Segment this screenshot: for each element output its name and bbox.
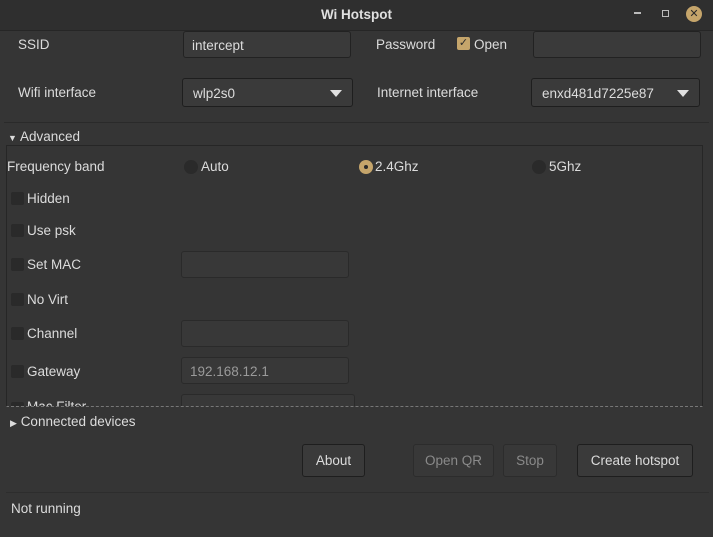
channel-input[interactable] (181, 320, 349, 347)
radio-2-4ghz-label: 2.4Ghz (375, 159, 419, 174)
advanced-panel: Frequency band Auto 2.4Ghz 5Ghz Hidden U… (6, 145, 703, 407)
divider (4, 122, 709, 123)
no-virt-label: No Virt (27, 292, 69, 307)
wifi-interface-select[interactable]: wlp2s0 (182, 78, 353, 107)
open-qr-button[interactable]: Open QR (413, 444, 494, 477)
create-hotspot-button[interactable]: Create hotspot (577, 444, 693, 477)
open-label: Open (474, 37, 508, 52)
frequency-band-label: Frequency band (7, 159, 105, 174)
minimize-icon[interactable] (634, 12, 641, 14)
radio-5ghz[interactable] (532, 160, 546, 174)
wifi-interface-value: wlp2s0 (193, 86, 236, 101)
channel-checkbox[interactable] (11, 327, 24, 340)
status-text: Not running (11, 501, 81, 516)
internet-interface-value: enxd481d7225e87 (542, 86, 654, 101)
advanced-label: Advanced (19, 129, 80, 144)
radio-5ghz-label: 5Ghz (549, 159, 582, 174)
ssid-input[interactable]: intercept (183, 31, 351, 58)
radio-auto-label: Auto (201, 159, 229, 174)
about-button[interactable]: About (302, 444, 365, 477)
hidden-label: Hidden (27, 191, 70, 206)
close-icon[interactable]: ✕ (686, 6, 702, 22)
use-psk-checkbox[interactable] (11, 224, 24, 237)
open-checkbox[interactable]: ✓ (457, 37, 470, 50)
mac-filter-checkbox[interactable] (11, 402, 24, 406)
ssid-label: SSID (18, 37, 50, 52)
password-label: Password (376, 37, 436, 52)
mac-input[interactable] (181, 251, 349, 278)
gateway-label: Gateway (27, 364, 81, 379)
use-psk-label: Use psk (27, 223, 76, 238)
triangle-down-icon: ▼ (8, 133, 17, 143)
divider (6, 492, 709, 493)
internet-interface-select[interactable]: enxd481d7225e87 (531, 78, 700, 107)
stop-button[interactable]: Stop (503, 444, 557, 477)
set-mac-checkbox[interactable] (11, 258, 24, 271)
password-input[interactable] (533, 31, 701, 58)
chevron-down-icon (677, 90, 689, 97)
no-virt-checkbox[interactable] (11, 293, 24, 306)
hidden-checkbox[interactable] (11, 192, 24, 205)
triangle-right-icon: ▶ (10, 418, 17, 428)
connected-devices-expander[interactable]: ▶ Connected devices (10, 414, 136, 429)
radio-2-4ghz[interactable] (359, 160, 373, 174)
connected-devices-label: Connected devices (20, 414, 136, 429)
window-title: Wi Hotspot (320, 7, 393, 22)
internet-interface-label: Internet interface (377, 85, 479, 100)
advanced-expander[interactable]: ▼ Advanced (8, 129, 80, 144)
set-mac-label: Set MAC (27, 257, 82, 272)
radio-auto[interactable] (184, 160, 198, 174)
mac-filter-input[interactable] (181, 394, 355, 406)
gateway-checkbox[interactable] (11, 365, 24, 378)
wifi-interface-label: Wifi interface (18, 85, 97, 100)
channel-label: Channel (27, 326, 78, 341)
gateway-input[interactable]: 192.168.12.1 (181, 357, 349, 384)
maximize-icon[interactable] (662, 10, 669, 17)
chevron-down-icon (330, 90, 342, 97)
mac-filter-label: Mac Filter (27, 399, 87, 407)
